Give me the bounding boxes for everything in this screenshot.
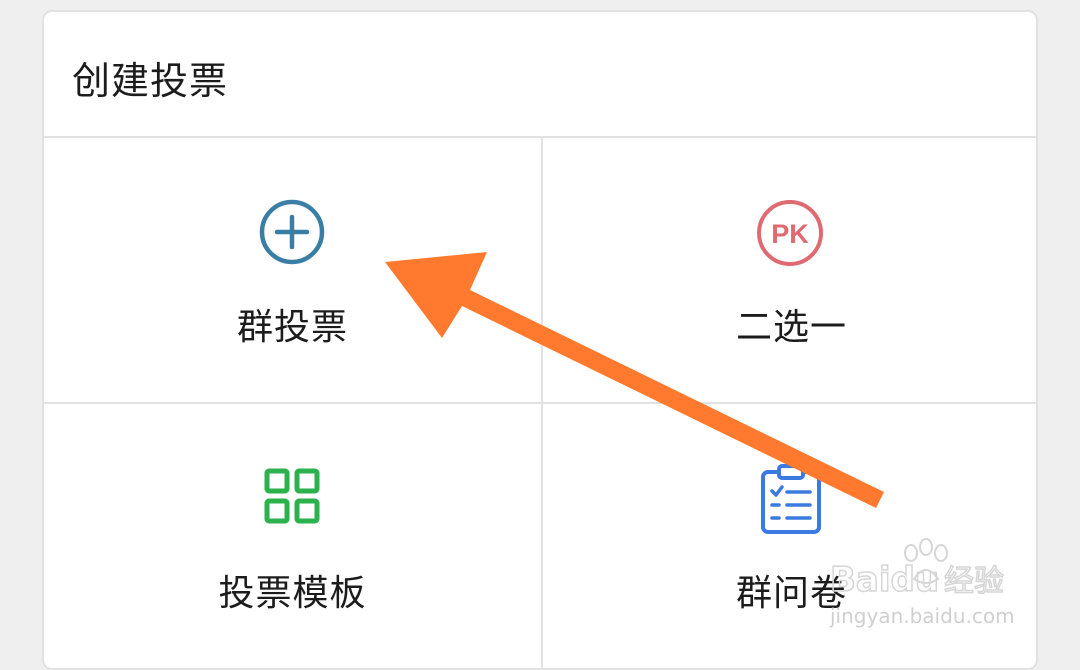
page-title: 创建投票 (72, 59, 229, 103)
group-vote-option[interactable]: 群投票 (44, 140, 541, 402)
card-header: 创建投票 (44, 12, 1036, 138)
vote-template-option[interactable]: 投票模板 (44, 404, 541, 668)
watermark-url: jingyan.baidu.com (829, 604, 1015, 628)
pk-icon-text: PK (771, 219, 809, 249)
watermark-brand: Baidu (830, 560, 939, 600)
grid-template-icon (264, 468, 320, 524)
watermark-brand-cn: 经验 (944, 564, 1004, 599)
questionnaire-icon (761, 464, 821, 534)
baidu-jingyan-watermark: Baidu 经验 jingyan.baidu.com (829, 538, 1015, 628)
pick-one-label: 二选一 (735, 307, 847, 348)
vote-template-label: 投票模板 (218, 573, 367, 614)
plus-circle-icon (259, 199, 325, 265)
pick-one-option[interactable]: PK 二选一 (543, 140, 1036, 402)
group-vote-label: 群投票 (236, 307, 348, 348)
pk-icon: PK (757, 200, 823, 266)
